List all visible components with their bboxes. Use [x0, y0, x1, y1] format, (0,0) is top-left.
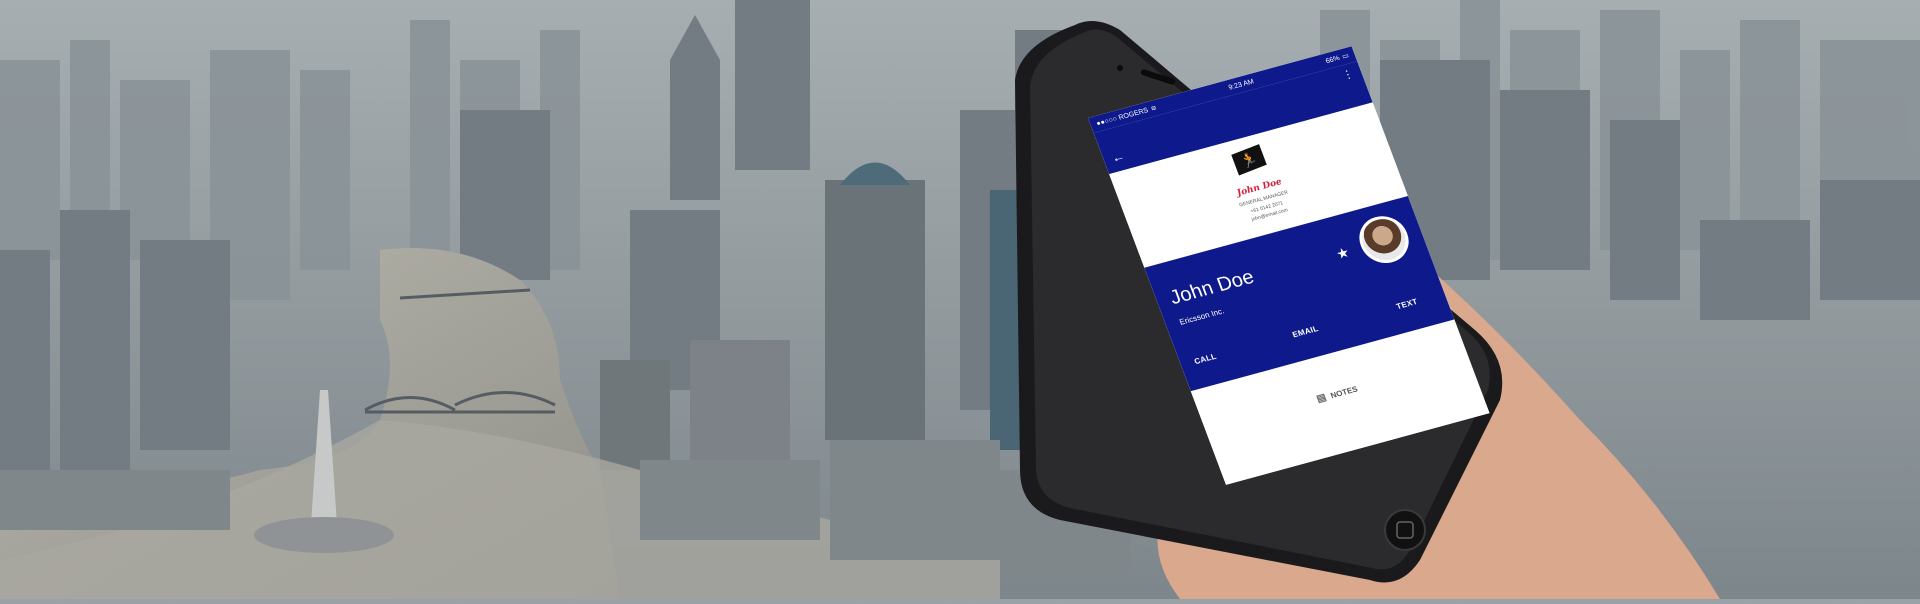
notes-label: NOTES [1329, 384, 1359, 401]
battery-icon: ▭ [1341, 52, 1351, 61]
contact-company: Ericsson Inc. [1178, 306, 1226, 327]
app-screen: ●●○○○ ROGERS ≋ 9:23 AM 66% ▭ ← ⋮ 🏃 John … [1088, 46, 1490, 485]
notes-icon: ▤ [1315, 392, 1328, 405]
arrow-left-icon[interactable]: ← [1109, 148, 1127, 165]
text-button[interactable]: TEXT [1395, 297, 1419, 311]
phone-screen-holder: ●●○○○ ROGERS ≋ 9:23 AM 66% ▭ ← ⋮ 🏃 John … [1030, 18, 1510, 598]
background-city-scene [0, 0, 1920, 599]
wifi-icon: ≋ [1149, 104, 1158, 113]
battery-percent: 66% [1324, 54, 1341, 65]
city-skyline-illustration [0, 0, 1920, 599]
star-icon[interactable]: ★ [1334, 244, 1352, 263]
call-button[interactable]: CALL [1193, 352, 1218, 366]
more-vertical-icon[interactable]: ⋮ [1340, 67, 1356, 82]
contact-name: John Doe [1166, 265, 1258, 310]
email-button[interactable]: EMAIL [1291, 324, 1320, 339]
phone-device: ●●○○○ ROGERS ≋ 9:23 AM 66% ▭ ← ⋮ 🏃 John … [1030, 18, 1510, 598]
avatar[interactable] [1352, 210, 1416, 269]
running-figure-icon: 🏃 [1231, 144, 1267, 176]
